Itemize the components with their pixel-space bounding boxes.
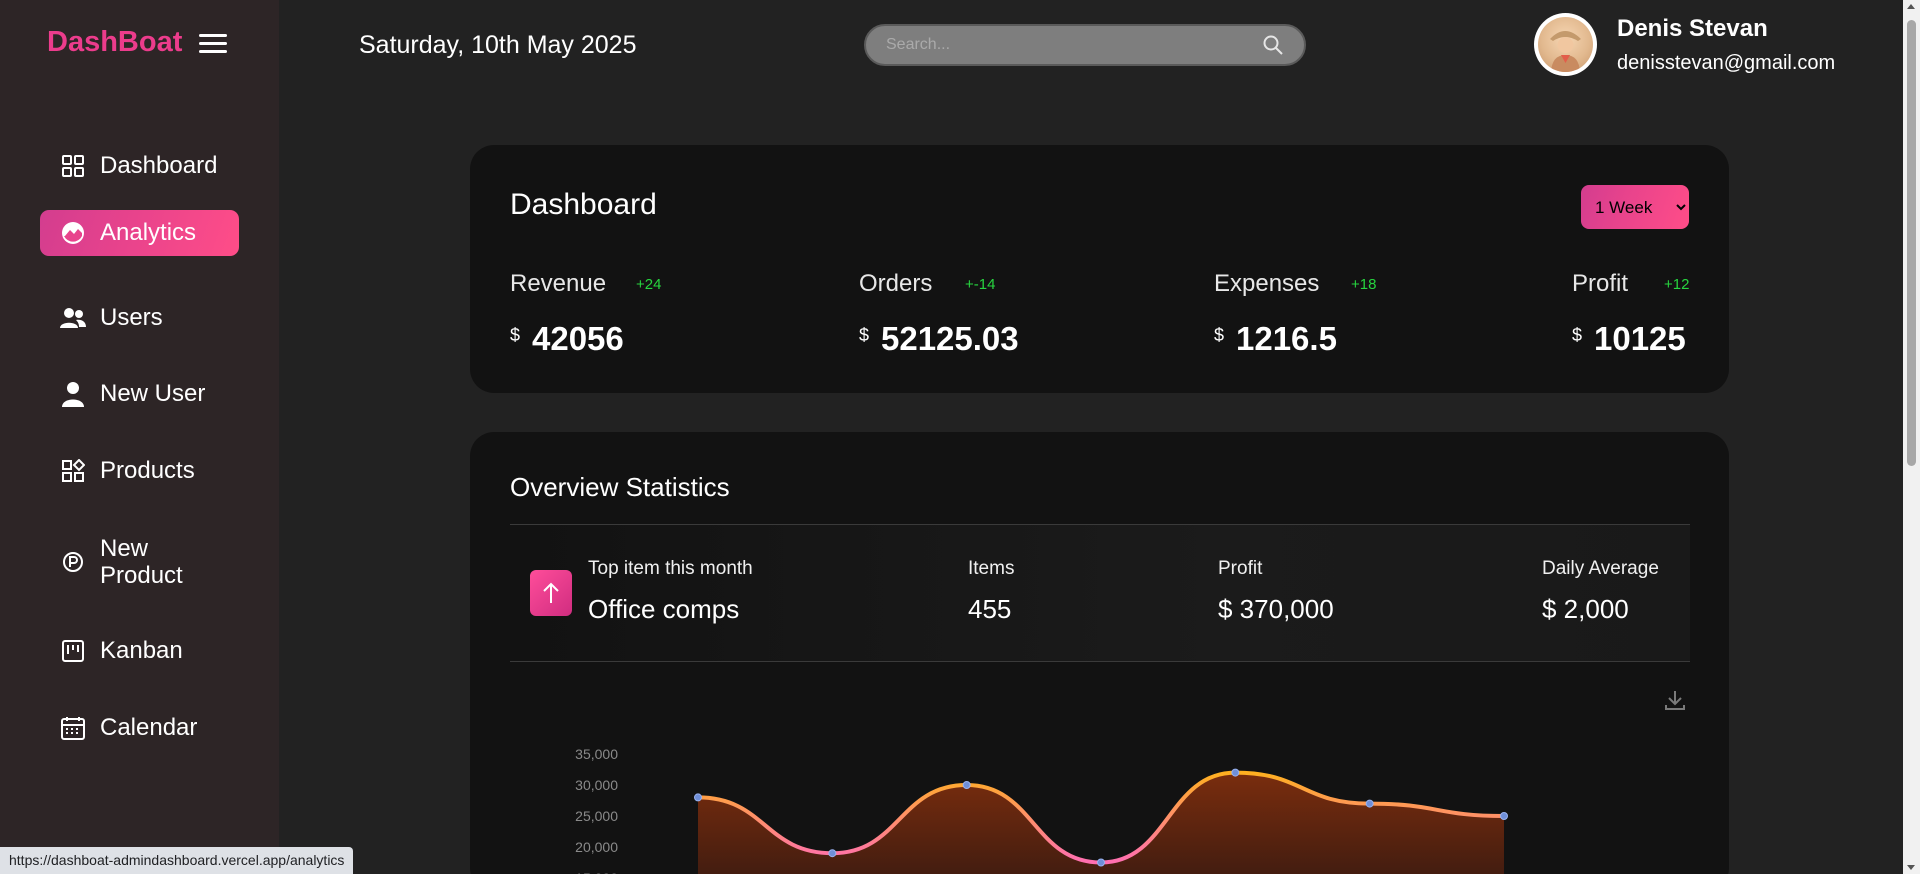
data-point[interactable] bbox=[694, 793, 702, 802]
overview-area-chart: 35,000 30,000 25,000 20,000 15,000 bbox=[575, 746, 1508, 874]
data-point[interactable] bbox=[828, 849, 837, 858]
sidebar-item-analytics[interactable]: Analytics bbox=[40, 210, 239, 256]
stat-delta: +18 bbox=[1351, 276, 1377, 293]
sidebar-item-label: New User bbox=[100, 380, 206, 407]
dashboard-card: Dashboard 1 Week Revenue +24 $ 42056 Ord… bbox=[470, 145, 1729, 393]
hamburger-menu-icon[interactable] bbox=[199, 34, 227, 54]
stat-revenue: Revenue +24 $ 42056 bbox=[510, 270, 661, 357]
users-icon bbox=[60, 305, 86, 331]
sidebar-item-new-user[interactable]: New User bbox=[40, 371, 239, 417]
stat-value: 10125 bbox=[1594, 320, 1686, 357]
sidebar-item-label: Analytics bbox=[100, 219, 197, 246]
stat-delta: +-14 bbox=[965, 276, 996, 293]
avatar[interactable] bbox=[1534, 13, 1597, 76]
stat-name: Orders bbox=[859, 270, 933, 297]
card-title: Dashboard bbox=[510, 188, 657, 221]
currency-symbol: $ bbox=[1214, 325, 1225, 345]
kanban-icon bbox=[60, 638, 86, 664]
grid-icon bbox=[60, 153, 86, 179]
data-point[interactable] bbox=[1500, 812, 1508, 820]
sidebar-item-kanban[interactable]: Kanban bbox=[40, 628, 239, 674]
products-icon bbox=[60, 458, 86, 484]
sidebar-item-label: Dashboard bbox=[100, 152, 218, 179]
y-tick-label: 25,000 bbox=[575, 808, 618, 824]
stat-name: Profit bbox=[1572, 270, 1629, 297]
currency-symbol: $ bbox=[859, 325, 870, 345]
sidebar-item-label: New Product bbox=[100, 535, 183, 589]
overview-card: Overview Statistics Top item this month … bbox=[470, 432, 1729, 874]
currency-symbol: $ bbox=[1572, 325, 1583, 345]
sidebar: DashBoat Dashboard Analytics Users New U… bbox=[0, 0, 279, 874]
calendar-icon bbox=[60, 715, 86, 741]
stat-expenses: Expenses +18 $ 1216.5 bbox=[1214, 270, 1376, 357]
currency-symbol: $ bbox=[510, 325, 521, 345]
sidebar-item-label: Users bbox=[100, 304, 163, 331]
stat-orders: Orders +-14 $ 52125.03 bbox=[859, 270, 1019, 357]
data-point[interactable] bbox=[1097, 858, 1105, 867]
current-date: Saturday, 10th May 2025 bbox=[359, 31, 637, 59]
sidebar-item-products[interactable]: Products bbox=[40, 448, 239, 494]
stat-value: 52125.03 bbox=[881, 320, 1019, 357]
vertical-scrollbar[interactable] bbox=[1903, 0, 1920, 874]
y-tick-label: 35,000 bbox=[575, 746, 618, 762]
sidebar-item-dashboard[interactable]: Dashboard bbox=[40, 143, 239, 189]
sidebar-item-label: Products bbox=[100, 457, 195, 484]
y-tick-label: 15,000 bbox=[575, 870, 618, 874]
sidebar-item-label: Calendar bbox=[100, 714, 198, 741]
user-icon bbox=[60, 381, 86, 407]
y-tick-label: 20,000 bbox=[575, 839, 618, 855]
sidebar-item-label: Kanban bbox=[100, 637, 183, 664]
search-icon[interactable] bbox=[1262, 34, 1284, 56]
y-tick-label: 30,000 bbox=[575, 777, 618, 793]
sidebar-item-new-product[interactable]: New Product bbox=[40, 534, 239, 590]
user-name: Denis Stevan bbox=[1617, 15, 1768, 42]
stat-delta: +12 bbox=[1664, 276, 1690, 293]
scroll-up-icon[interactable] bbox=[1907, 4, 1915, 9]
data-point[interactable] bbox=[962, 781, 971, 789]
stat-name: Revenue bbox=[510, 270, 607, 297]
search-input[interactable] bbox=[886, 36, 1262, 54]
scroll-down-icon[interactable] bbox=[1907, 865, 1915, 870]
brand-logo[interactable]: DashBoat bbox=[47, 26, 182, 59]
scrollbar-thumb[interactable] bbox=[1907, 20, 1916, 466]
stat-value: 1216.5 bbox=[1236, 320, 1337, 357]
data-point[interactable] bbox=[1365, 799, 1374, 808]
stat-delta: +24 bbox=[636, 276, 662, 293]
stat-name: Expenses bbox=[1214, 270, 1320, 297]
stat-profit: Profit +12 $ 10125 bbox=[1572, 270, 1689, 357]
period-select[interactable]: 1 Week bbox=[1581, 185, 1689, 229]
sidebar-item-users[interactable]: Users bbox=[40, 295, 239, 341]
sidebar-item-calendar[interactable]: Calendar bbox=[40, 705, 239, 751]
new-product-icon bbox=[60, 549, 86, 575]
status-bar-url: https://dashboat-admindashboard.vercel.a… bbox=[0, 847, 354, 874]
user-email: denisstevan@gmail.com bbox=[1617, 52, 1836, 74]
stat-value: 42056 bbox=[532, 320, 624, 357]
analytics-icon bbox=[60, 220, 86, 246]
search-bar bbox=[864, 24, 1306, 66]
data-point[interactable] bbox=[1231, 768, 1240, 777]
